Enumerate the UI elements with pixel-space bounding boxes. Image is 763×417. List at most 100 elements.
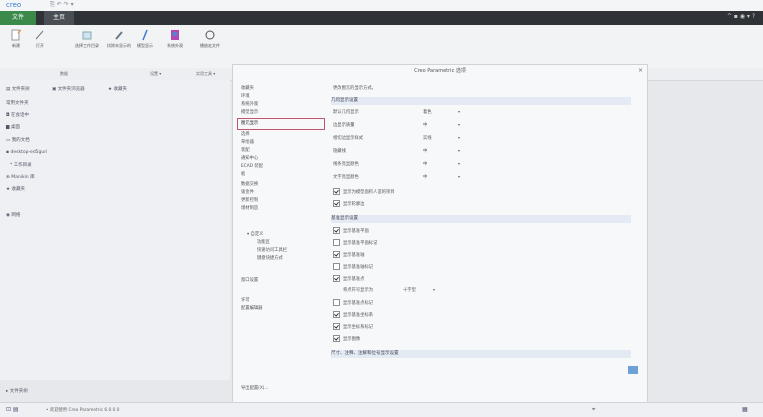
- nav-tab-folder-browser[interactable]: ▣ 文件夹浏览器: [52, 86, 85, 92]
- checkbox[interactable]: [333, 239, 340, 246]
- setting-value[interactable]: 中: [423, 174, 427, 180]
- window-controls-icon[interactable]: ^ ▪ ◉ ▾ ?: [727, 13, 755, 20]
- setting-value[interactable]: 中: [423, 122, 427, 128]
- export-config-button[interactable]: 导出配置(X)...: [241, 385, 269, 391]
- checkbox[interactable]: [333, 200, 340, 207]
- dropdown-arrow-icon[interactable]: ▾: [433, 287, 435, 292]
- setting-value[interactable]: 中: [423, 161, 427, 167]
- section-datum-header: 基准显示设置: [331, 215, 631, 223]
- setting-label: 文字亮显颜色: [333, 175, 359, 180]
- title-bar: creo ⎘ ↶ ↷ ▾: [0, 0, 763, 11]
- checkbox[interactable]: [333, 227, 340, 234]
- group-settings[interactable]: 设置 ▾: [150, 71, 161, 77]
- setting-label: 线条亮显颜色: [333, 162, 359, 167]
- dropdown-arrow-icon[interactable]: ▾: [458, 109, 460, 114]
- category-item[interactable]: 配置编辑器: [241, 305, 262, 311]
- checkbox[interactable]: [333, 311, 340, 318]
- category-sub-item[interactable]: 键盘快捷方式: [257, 255, 283, 261]
- checkbox-row[interactable]: 显示基准平面标记: [333, 239, 377, 246]
- nav-item-favorites[interactable]: ★ 收藏夹: [6, 186, 25, 192]
- checkbox[interactable]: [333, 299, 340, 306]
- checkbox-row[interactable]: 显示基准点: [333, 275, 364, 282]
- point-symbol-value[interactable]: 十字型: [403, 287, 416, 293]
- setting-label: 默认几何显示: [333, 110, 359, 115]
- category-item[interactable]: 选择: [241, 131, 250, 137]
- setting-value[interactable]: 实线: [423, 135, 432, 141]
- checkbox[interactable]: [333, 251, 340, 258]
- checkbox[interactable]: [333, 188, 340, 195]
- checkbox-row[interactable]: 显示基准轴: [333, 251, 364, 258]
- play-macro-button[interactable]: 播放宏文件: [196, 29, 224, 49]
- category-item[interactable]: 装配: [241, 147, 250, 153]
- dropdown-arrow-icon[interactable]: ▾: [458, 161, 460, 166]
- category-item[interactable]: 许可: [241, 297, 250, 303]
- category-item[interactable]: 钣金件: [241, 189, 254, 195]
- dropdown-arrow-icon[interactable]: ▾: [458, 148, 460, 153]
- working-dir-icon: [82, 31, 92, 40]
- nav-item-working-dir[interactable]: * 工作目录: [10, 162, 32, 168]
- dropdown-arrow-icon[interactable]: ▾: [458, 122, 460, 127]
- nav-item-desktop-path[interactable]: ▪ desktop-ed5guri: [6, 150, 47, 155]
- checkbox[interactable]: [333, 263, 340, 270]
- nav-item-desktop[interactable]: ▆ 桌面: [6, 124, 20, 130]
- tab-home[interactable]: 主页: [44, 11, 74, 25]
- status-icons[interactable]: ⊡ ▤: [6, 406, 19, 413]
- new-button[interactable]: 新建: [4, 29, 28, 49]
- model-display-button[interactable]: 模型显示: [134, 29, 156, 49]
- filter-icon[interactable]: ⌖: [592, 406, 595, 414]
- checkbox-row[interactable]: 显示基准轴标记: [333, 263, 373, 270]
- category-item[interactable]: 更新控制: [241, 197, 258, 203]
- checkbox-row[interactable]: 显示图像: [333, 335, 360, 342]
- category-item[interactable]: 系统外观: [241, 101, 258, 107]
- system-appearance-button[interactable]: 系统外观: [162, 29, 188, 49]
- dropdown-arrow-icon[interactable]: ▾: [458, 174, 460, 179]
- category-sub-item[interactable]: 快速访问工具栏: [257, 247, 287, 253]
- nav-item-in-session[interactable]: ◘ 在会话中: [6, 112, 29, 118]
- checkbox-row[interactable]: 显示坐标系标记: [333, 323, 373, 330]
- checkbox-row[interactable]: 显示基准平面: [333, 227, 369, 234]
- open-button[interactable]: 打开: [28, 29, 52, 49]
- category-item[interactable]: 通知中心: [241, 155, 258, 161]
- checkbox-row[interactable]: 显示轮廓边: [333, 200, 364, 207]
- dropdown-arrow-icon[interactable]: ▾: [458, 135, 460, 140]
- folder-tree-toggle[interactable]: ▸ 文件夹树: [6, 388, 28, 394]
- category-customize[interactable]: ▾ 自定义: [247, 231, 263, 237]
- category-item[interactable]: 增材制造: [241, 205, 258, 211]
- category-item[interactable]: 板: [241, 171, 245, 177]
- nav-item-manikin[interactable]: ⊕ Manikin 库: [6, 174, 35, 180]
- checkbox[interactable]: [333, 335, 340, 342]
- category-item[interactable]: 收藏夹: [241, 85, 254, 91]
- nav-tab-favorites[interactable]: ★ 收藏夹: [108, 86, 127, 92]
- category-item[interactable]: ECAD 装配: [241, 163, 263, 169]
- select-working-dir-button[interactable]: 选择工作目录: [72, 29, 102, 49]
- category-item[interactable]: 数据交换: [241, 181, 258, 187]
- checkbox-row[interactable]: 显示基准点标记: [333, 299, 373, 306]
- ribbon: 新建 打开 选择工作目录 拭除未显示的 模型显示 系统外观 播放宏文件: [0, 25, 763, 69]
- group-utilities[interactable]: 实用工具 ▾: [196, 71, 215, 77]
- category-item[interactable]: 模型显示: [241, 109, 258, 115]
- status-bar: ⊡ ▤ • 欢迎使用 Creo Parametric 6.0.0.0 ⌖ ▦: [0, 402, 763, 417]
- close-icon[interactable]: ×: [638, 67, 643, 74]
- scroll-corner-icon[interactable]: [627, 365, 639, 375]
- category-item[interactable]: 窗口设置: [241, 277, 258, 283]
- nav-tab-folder-tree[interactable]: ▤ 文件夹树: [6, 86, 30, 92]
- checkbox-row[interactable]: 显示基准坐标系: [333, 311, 373, 318]
- setting-value[interactable]: 中: [423, 148, 427, 154]
- tab-file[interactable]: 文件: [0, 11, 36, 25]
- erase-not-displayed-button[interactable]: 拭除未显示的: [104, 29, 134, 49]
- category-item[interactable]: 草绘器: [241, 139, 254, 145]
- setting-value[interactable]: 着色: [423, 109, 432, 115]
- category-sub-item[interactable]: 功能区: [257, 239, 270, 245]
- quick-access-icons[interactable]: ⎘ ↶ ↷ ▾: [50, 1, 74, 9]
- category-item-selected[interactable]: 图元显示: [241, 120, 258, 126]
- intro-text: 更改图元的显示方式。: [333, 86, 376, 91]
- setting-label: 相切边显示样式: [333, 136, 364, 141]
- nav-item-my-docs[interactable]: ▭ 我的文档: [6, 137, 30, 143]
- macro-icon: [205, 30, 215, 40]
- checkbox-row[interactable]: 显示为模型面积人造的项目: [333, 188, 395, 195]
- status-right-icon[interactable]: ▦: [742, 406, 748, 413]
- category-item[interactable]: 环境: [241, 93, 250, 99]
- checkbox[interactable]: [333, 323, 340, 330]
- checkbox[interactable]: [333, 275, 340, 282]
- nav-item-network[interactable]: ◉ 网络: [6, 212, 20, 218]
